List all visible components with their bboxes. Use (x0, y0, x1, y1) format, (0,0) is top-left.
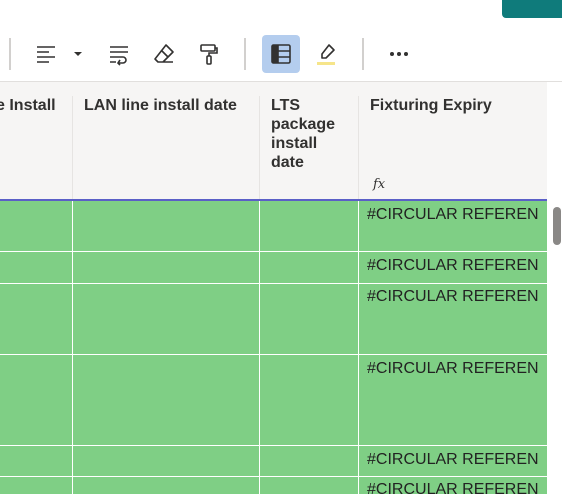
cell-fixturing-expiry[interactable]: #CIRCULAR REFERENCE! (367, 480, 539, 499)
cell-fixturing-expiry[interactable]: #CIRCULAR REFERENCE! (367, 287, 539, 306)
row-border (0, 354, 547, 355)
wrap-text-icon (110, 46, 128, 66)
ribbon-toolbar (0, 0, 562, 82)
function-icon: fx (373, 177, 386, 192)
row-border (0, 251, 547, 252)
more-options-button[interactable] (380, 35, 418, 73)
align-dropdown-button[interactable] (66, 35, 90, 73)
toolbar-separator (244, 38, 246, 70)
table-format-button[interactable] (262, 35, 300, 73)
align-left-icon (37, 46, 55, 63)
toolbar-separator (9, 38, 11, 70)
grid-line (358, 201, 359, 494)
highlighter-icon (317, 44, 335, 65)
more-horizontal-icon (390, 52, 408, 56)
column-header-lan-line-install-date[interactable]: LAN line install date (84, 96, 237, 115)
column-header-lts-package-install-date[interactable]: LTS package install date (271, 96, 335, 172)
vertical-scrollbar[interactable] (547, 82, 562, 494)
grid-line (72, 201, 73, 494)
row-border (0, 476, 547, 477)
paint-roller-icon (200, 44, 218, 65)
align-left-button[interactable] (27, 35, 65, 73)
column-header-install[interactable]: e Install (0, 96, 56, 115)
table-icon (271, 44, 291, 64)
scrollbar-thumb[interactable] (553, 207, 561, 245)
highlight-button[interactable] (307, 35, 345, 73)
cell-fixturing-expiry[interactable]: #CIRCULAR REFERENCE! (367, 205, 539, 224)
grid-line (259, 201, 260, 494)
spreadsheet-grid: e Install LAN line install date LTS pack… (0, 82, 547, 498)
wrap-text-button[interactable] (100, 35, 138, 73)
clear-button[interactable] (145, 35, 183, 73)
caret-down-icon (74, 52, 82, 56)
grid-line (259, 96, 260, 199)
cell-fixturing-expiry[interactable]: #CIRCULAR REFERENCE! (367, 256, 539, 275)
cell-fixturing-expiry[interactable]: #CIRCULAR REFERENCE! (367, 359, 539, 378)
format-painter-button[interactable] (190, 35, 228, 73)
cell-fixturing-expiry[interactable]: #CIRCULAR REFERENCE! (367, 450, 539, 469)
row-border (0, 445, 547, 446)
row-border (0, 283, 547, 284)
toolbar-separator (362, 38, 364, 70)
column-header-fixturing-expiry[interactable]: Fixturing Expiry (370, 96, 492, 115)
grid-line (72, 96, 73, 199)
share-button[interactable] (502, 0, 562, 18)
grid-line (358, 96, 359, 199)
eraser-icon (154, 44, 174, 63)
